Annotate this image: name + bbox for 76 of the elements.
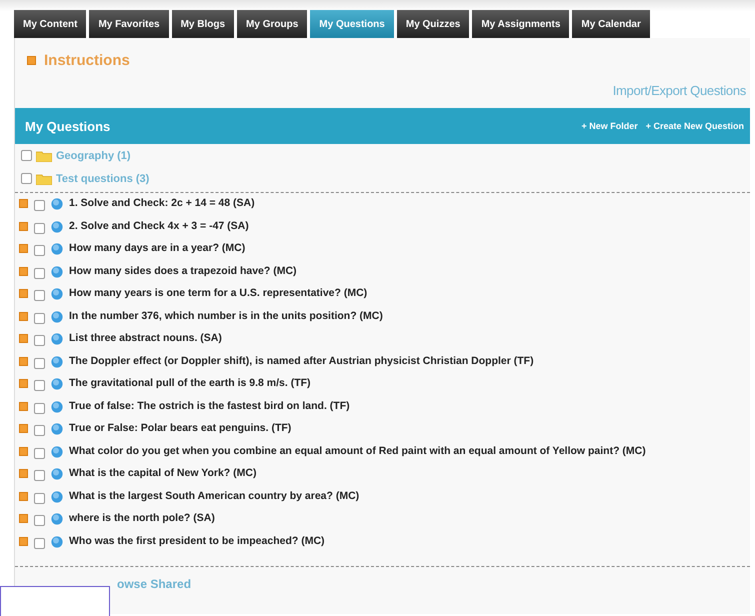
instructions-title[interactable]: Instructions: [44, 52, 130, 69]
expand-icon[interactable]: [19, 536, 28, 546]
question-text: Who was the first president to be impeached? (MC): [69, 534, 325, 548]
question-icon: [51, 446, 63, 458]
question-icon: [51, 378, 63, 390]
checkbox[interactable]: [34, 245, 45, 256]
question-icon: [51, 310, 63, 322]
expand-icon[interactable]: [19, 312, 28, 320]
tab[interactable]: My Favorites: [89, 10, 169, 38]
tab[interactable]: My Groups: [237, 10, 308, 38]
question-icon: [51, 423, 63, 435]
question-text: In the number 376, which number is in the units position? (MC): [69, 308, 383, 324]
checkbox[interactable]: [21, 150, 32, 161]
expand-icon[interactable]: [19, 356, 28, 366]
checkbox[interactable]: [34, 268, 45, 278]
question-text: The gravitational pull of the earth is 9.8 m/s. (TF): [69, 376, 311, 391]
tab[interactable]: My Calendar: [572, 10, 650, 38]
checkbox[interactable]: [34, 515, 45, 526]
checkbox[interactable]: [34, 200, 45, 211]
question-text: 1. Solve and Check: 2c + 14 = 48 (SA): [69, 196, 255, 211]
checkbox[interactable]: [34, 312, 45, 324]
question-text: How many sides does a trapezoid have? (MC): [69, 264, 297, 278]
browse-shared-link[interactable]: owse Shared: [117, 577, 192, 591]
checkbox[interactable]: [34, 492, 45, 504]
checkbox[interactable]: [34, 538, 45, 548]
tab[interactable]: My Blogs: [172, 10, 234, 38]
question-icon: [51, 333, 63, 345]
import-export-link[interactable]: Import/Export Questions: [612, 83, 746, 98]
question-text: where is the north pole? (SA): [69, 511, 215, 526]
question-text: What is the capital of New York? (MC): [69, 466, 256, 481]
question-icon: [51, 536, 63, 548]
question-text: True or False: Polar bears eat penguins. (TF): [69, 421, 292, 436]
checkbox[interactable]: [34, 448, 45, 458]
question-icon: [51, 266, 63, 278]
question-icon: [51, 220, 63, 232]
folder-icon: [36, 172, 52, 184]
checkbox[interactable]: [34, 425, 45, 436]
question-text: 2. Solve and Check 4x + 3 = -47 (SA): [69, 218, 249, 234]
checkbox[interactable]: [34, 335, 45, 346]
checkbox[interactable]: [34, 222, 45, 234]
folder-link[interactable]: Test questions (3): [56, 172, 150, 184]
question-icon: [51, 468, 63, 480]
checkbox[interactable]: [34, 358, 45, 368]
question-text: List three abstract nouns. (SA): [69, 331, 222, 346]
question-icon: [51, 356, 63, 368]
checkbox[interactable]: [21, 173, 32, 184]
checkbox[interactable]: [34, 290, 45, 301]
question-icon: [51, 288, 63, 300]
question-text: What color do you get when you combine an equal amount of Red paint with an equal amount of Yellow paint? (MC): [69, 444, 646, 458]
checkbox[interactable]: [34, 470, 45, 481]
header-link[interactable]: + New Folder: [581, 121, 638, 131]
expand-icon[interactable]: [19, 266, 28, 276]
question-text: How many days are in a year? (MC): [69, 241, 246, 256]
question-icon: [51, 513, 63, 525]
folder-icon: [36, 150, 52, 162]
panel-title: My Questions: [25, 118, 110, 134]
expand-icon[interactable]: [19, 402, 28, 410]
question-icon: [51, 400, 63, 412]
checkbox[interactable]: [34, 380, 45, 391]
tab[interactable]: My Questions: [310, 10, 394, 38]
question-text: What is the largest South American country by area? (MC): [69, 488, 360, 504]
question-icon: [51, 198, 63, 210]
tab[interactable]: My Content: [14, 10, 86, 38]
checkbox[interactable]: [34, 402, 45, 414]
question-text: True of false: The ostrich is the fastest bird on land. (TF): [69, 398, 350, 414]
header-link[interactable]: + Create New Question: [646, 121, 744, 131]
tab[interactable]: My Assignments: [472, 10, 570, 38]
expand-icon[interactable]: [19, 222, 28, 230]
question-text: The Doppler effect (or Doppler shift), is named after Austrian physicist Christian Doppler (TF): [69, 354, 534, 368]
folder-link[interactable]: Geography (1): [56, 150, 131, 162]
question-icon: [51, 243, 63, 255]
expand-icon[interactable]: [19, 492, 28, 500]
tab[interactable]: My Quizzes: [396, 10, 470, 38]
question-icon: [51, 490, 63, 502]
expand-icon[interactable]: [19, 446, 28, 456]
question-text: How many years is one term for a U.S. representative? (MC): [69, 286, 368, 301]
